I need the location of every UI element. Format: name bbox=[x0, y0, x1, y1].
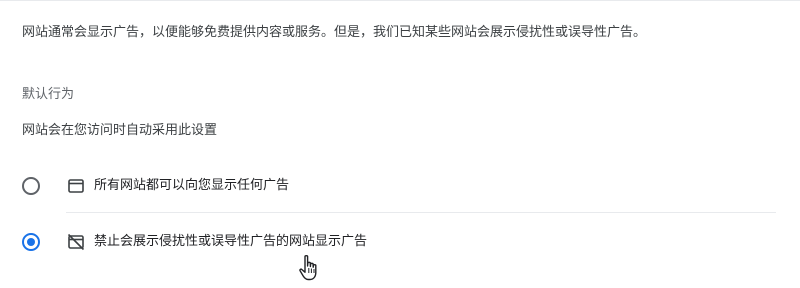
option-allow-all-ads-label: 所有网站都可以向您显示任何广告 bbox=[94, 178, 290, 193]
default-behavior-subheading: 网站会在您访问时自动采用此设置 bbox=[22, 123, 218, 138]
ads-blocked-icon bbox=[66, 232, 86, 252]
radio-block-intrusive-ads[interactable] bbox=[22, 233, 40, 251]
default-behavior-heading: 默认行为 bbox=[22, 87, 75, 102]
option-divider bbox=[66, 212, 776, 213]
ads-description: 网站通常会显示广告，以便能够免费提供内容或服务。但是，我们已知某些网站会展示侵扰… bbox=[22, 25, 647, 40]
top-divider bbox=[0, 0, 800, 1]
ads-settings-page: 网站通常会显示广告，以便能够免费提供内容或服务。但是，我们已知某些网站会展示侵扰… bbox=[0, 0, 800, 288]
option-allow-all-ads[interactable]: 所有网站都可以向您显示任何广告 bbox=[22, 166, 782, 206]
option-block-intrusive-ads[interactable]: 禁止会展示侵扰性或误导性广告的网站显示广告 bbox=[22, 222, 782, 262]
hand-pointer-cursor-icon bbox=[298, 254, 320, 282]
browser-window-icon bbox=[66, 176, 86, 196]
option-block-intrusive-ads-label: 禁止会展示侵扰性或误导性广告的网站显示广告 bbox=[94, 234, 368, 249]
radio-allow-all-ads[interactable] bbox=[22, 177, 40, 195]
